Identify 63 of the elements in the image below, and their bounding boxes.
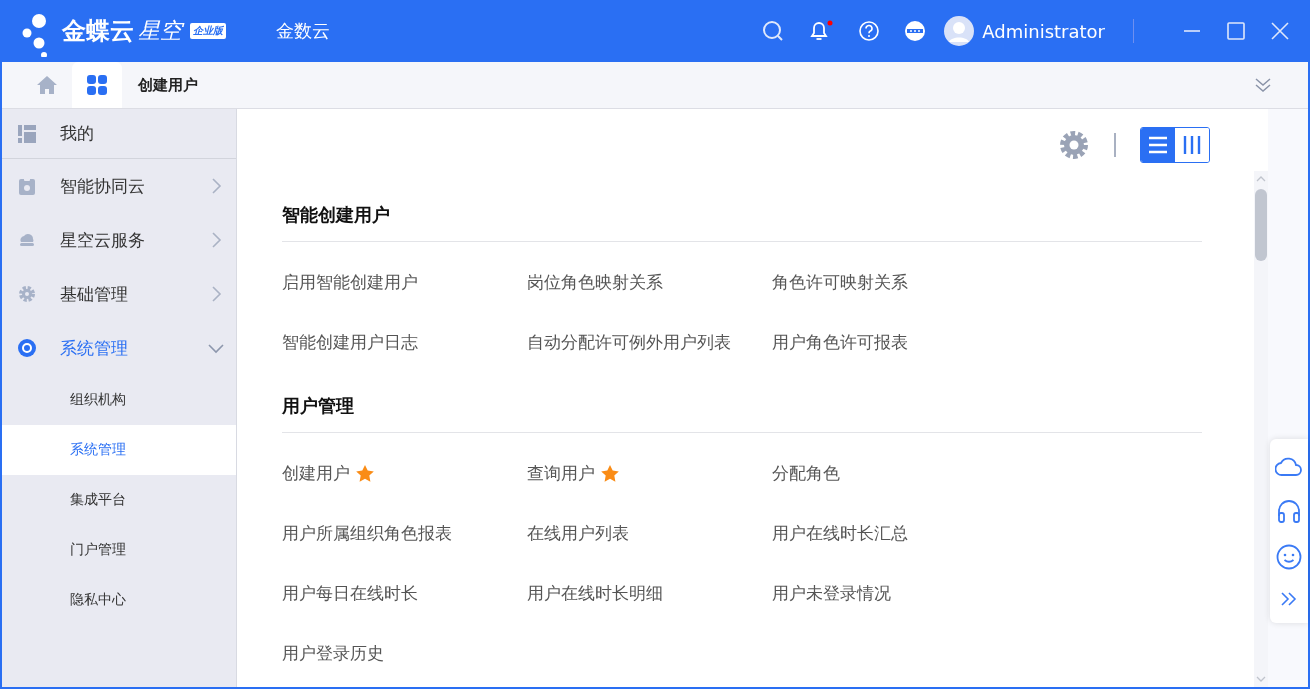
list-view-button[interactable] — [1141, 128, 1175, 162]
help-icon[interactable] — [858, 20, 881, 42]
grid-icon — [86, 74, 108, 96]
scroll-down-icon[interactable] — [1256, 675, 1266, 683]
target-icon — [18, 339, 36, 357]
headset-icon[interactable] — [1276, 497, 1302, 524]
cloud-icon — [18, 232, 36, 248]
star-icon[interactable] — [356, 464, 374, 482]
menu-link[interactable]: 角色许可映射关系 — [772, 270, 908, 294]
menu-link[interactable]: 分配角色 — [772, 461, 840, 485]
gear-icon — [18, 285, 36, 303]
double-chevron-down-icon[interactable] — [1254, 76, 1272, 94]
menu-link[interactable]: 用户未登录情况 — [772, 581, 891, 605]
menu-link[interactable]: 用户所属组织角色报表 — [282, 521, 452, 545]
tab-title[interactable]: 创建用户 — [138, 75, 198, 95]
clipboard-icon — [18, 177, 36, 195]
sidebar-item[interactable]: 系统管理 — [2, 321, 236, 375]
search-icon[interactable] — [762, 20, 785, 42]
avatar-icon[interactable] — [944, 16, 975, 46]
scrollbar-thumb[interactable] — [1255, 189, 1267, 261]
menu-link[interactable]: 岗位角色映射关系 — [527, 270, 663, 294]
sidebar-subitem[interactable]: 隐私中心 — [2, 575, 236, 625]
sidebar-item[interactable]: 基础管理 — [2, 267, 236, 321]
cloud-icon[interactable] — [1275, 455, 1303, 478]
sidebar-subitem[interactable]: 门户管理 — [2, 525, 236, 575]
menu-link[interactable]: 自动分配许可例外用户列表 — [527, 330, 731, 354]
menu-link[interactable]: 用户每日在线时长 — [282, 581, 418, 605]
menu-link[interactable]: 用户登录历史 — [282, 641, 384, 665]
menu-link[interactable]: 启用智能创建用户 — [282, 270, 418, 294]
menu-link[interactable]: 查询用户 — [527, 461, 595, 485]
close-icon[interactable] — [1270, 21, 1290, 41]
sidebar-subitem[interactable]: 组织机构 — [2, 375, 236, 425]
sidebar-subitem[interactable]: 集成平台 — [2, 475, 236, 525]
edition-badge: 企业版 — [190, 23, 226, 39]
home-icon[interactable] — [36, 75, 58, 95]
list-icon — [1148, 136, 1168, 154]
menu-link[interactable]: 用户在线时长明细 — [527, 581, 663, 605]
menu-link[interactable]: 在线用户列表 — [527, 521, 629, 545]
columns-icon — [1182, 135, 1202, 155]
brand-name: 金蝶云 — [62, 16, 134, 47]
menu-tab[interactable] — [72, 62, 122, 108]
sidebar-subitem[interactable]: 系统管理 — [2, 425, 236, 475]
app-name[interactable]: 金数云 — [276, 19, 330, 43]
user-name[interactable]: Administrator — [982, 20, 1105, 42]
settings-icon[interactable] — [1058, 129, 1090, 161]
maximize-icon[interactable] — [1226, 21, 1246, 41]
scroll-up-icon[interactable] — [1256, 175, 1266, 183]
double-chevron-right-icon[interactable] — [1280, 590, 1298, 607]
sidebar-item[interactable]: 星空云服务 — [2, 213, 236, 267]
more-icon[interactable] — [904, 20, 927, 42]
star-icon[interactable] — [601, 464, 619, 482]
scrollbar[interactable] — [1254, 171, 1268, 687]
menu-link[interactable]: 用户在线时长汇总 — [772, 521, 908, 545]
smiley-icon[interactable] — [1276, 544, 1302, 571]
sidebar-item[interactable]: 我的 — [2, 109, 236, 159]
sidebar-item[interactable]: 智能协同云 — [2, 159, 236, 213]
menu-link[interactable]: 智能创建用户日志 — [282, 330, 418, 354]
menu-link[interactable]: 用户角色许可报表 — [772, 330, 908, 354]
menu-link[interactable]: 创建用户 — [282, 461, 350, 485]
section-title: 用户管理 — [282, 394, 1202, 433]
layout-icon — [18, 124, 36, 143]
section-title: 智能创建用户 — [282, 203, 1202, 242]
notification-bell-icon[interactable] — [808, 19, 835, 43]
